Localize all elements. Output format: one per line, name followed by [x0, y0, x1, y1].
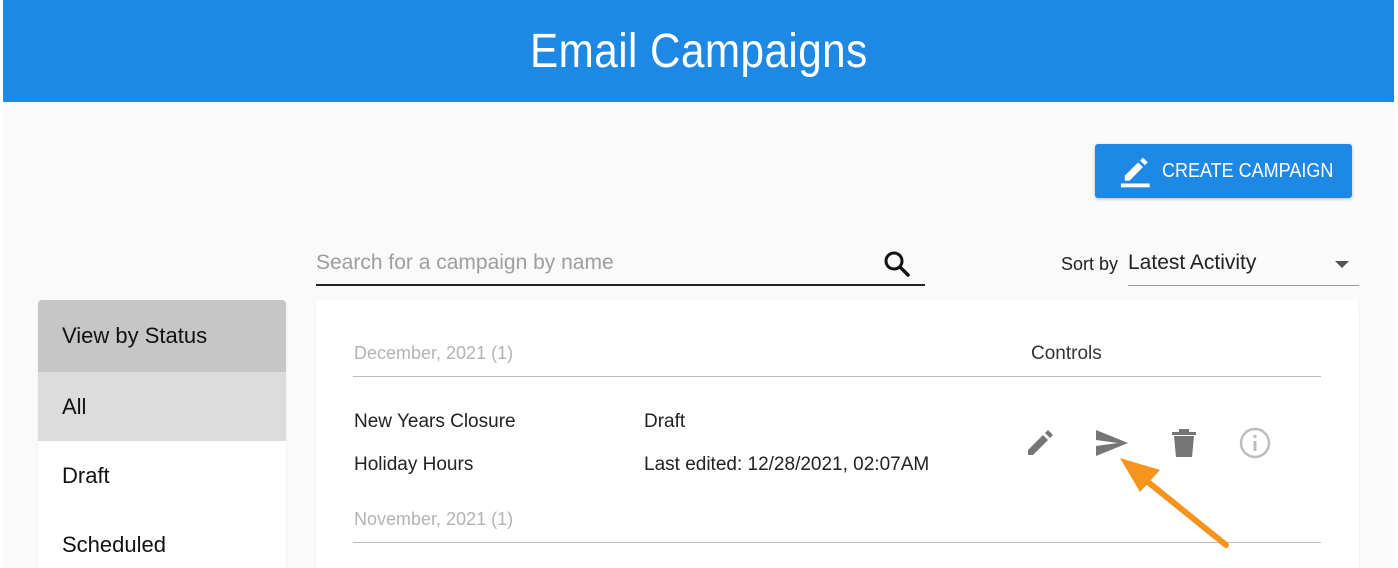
create-campaign-button[interactable]: CREATE CAMPAIGN [1095, 144, 1352, 198]
campaign-last-edited: Last edited: 12/28/2021, 02:07AM [644, 454, 930, 475]
sort-label: Sort by [1061, 254, 1119, 274]
campaign-info-button[interactable] [1237, 425, 1273, 461]
info-icon [1239, 427, 1271, 459]
group-title-december: December, 2021 (1) [354, 343, 514, 363]
search-field[interactable] [316, 240, 925, 286]
sidebar-item-all[interactable]: All [38, 372, 286, 441]
send-icon [1096, 430, 1128, 456]
campaign-status: Draft [644, 411, 686, 432]
campaign-name[interactable]: New Years Closure [354, 411, 516, 433]
pencil-icon [1120, 157, 1150, 188]
search-input[interactable] [316, 248, 856, 278]
trash-icon [1172, 429, 1196, 457]
campaign-list: December, 2021 (1) Controls New Years Cl… [316, 300, 1359, 568]
campaign-subject: Holiday Hours [354, 454, 474, 475]
sidebar-item-scheduled[interactable]: Scheduled [38, 510, 286, 568]
pencil-icon [1028, 430, 1053, 455]
create-campaign-label: CREATE CAMPAIGN [1161, 159, 1333, 182]
sidebar-title: View by Status [38, 300, 286, 372]
page-title: Email Campaigns [529, 24, 868, 78]
delete-campaign-button[interactable] [1166, 425, 1202, 461]
sort-selected-value: Latest Activity [1128, 251, 1257, 274]
divider [353, 376, 1321, 377]
app-header: Email Campaigns [3, 0, 1394, 102]
send-campaign-button[interactable] [1092, 425, 1132, 461]
search-icon[interactable] [883, 250, 911, 278]
edit-campaign-button[interactable] [1022, 425, 1058, 461]
group-title-november: November, 2021 (1) [354, 509, 514, 529]
sidebar-item-draft[interactable]: Draft [38, 441, 286, 510]
status-sidebar: View by Status All Draft Scheduled [38, 300, 286, 568]
sort-select[interactable]: Latest Activity [1128, 240, 1359, 286]
controls-column-title: Controls [1031, 343, 1102, 364]
chevron-down-icon [1335, 261, 1349, 268]
divider [353, 542, 1321, 543]
